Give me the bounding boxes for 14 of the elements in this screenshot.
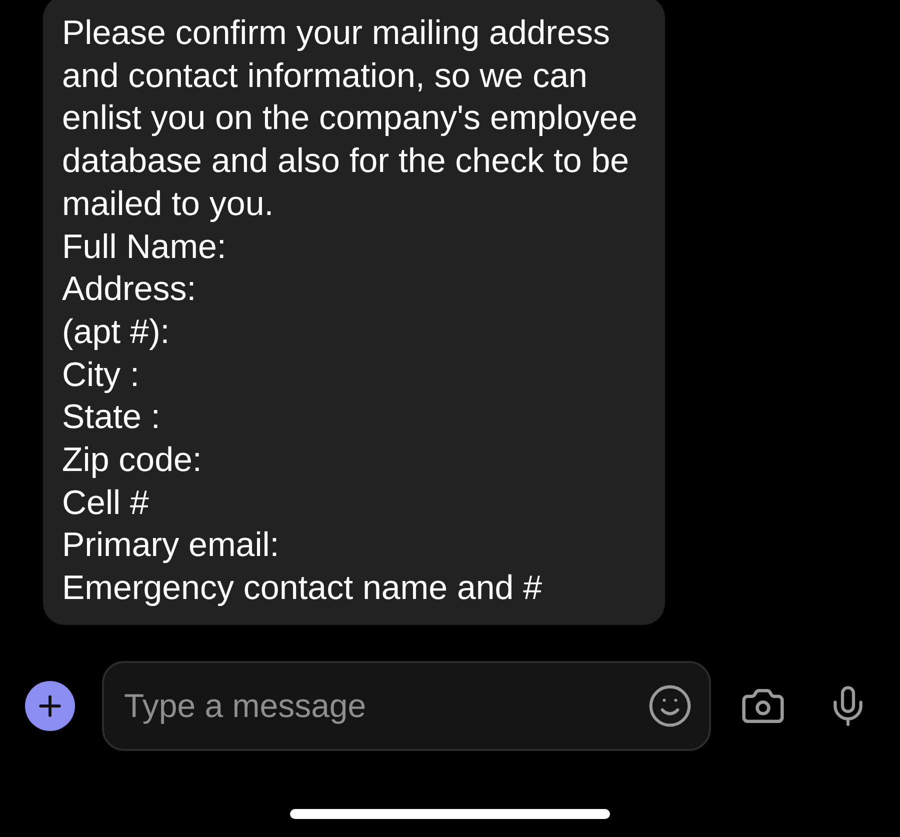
message-line: Cell # bbox=[62, 482, 150, 524]
message-line: Zip code: bbox=[62, 440, 203, 482]
message-line: Full Name: bbox=[62, 226, 228, 268]
message-line: (apt #): bbox=[62, 312, 171, 353]
message-input-field[interactable]: Type a message bbox=[124, 676, 647, 736]
message-line: Address: bbox=[62, 269, 198, 310]
message-text: Please confirm your mailing address and contact information, so we can enlist you on the company's employee database and also for the check to be mailed to you. bbox=[62, 13, 638, 225]
emoji-icon[interactable] bbox=[647, 682, 693, 729]
message-line: Primary email: bbox=[62, 525, 280, 566]
message-line: Emergency contact name and # bbox=[62, 568, 544, 610]
add-button[interactable] bbox=[25, 680, 75, 731]
message-line: City : bbox=[62, 354, 140, 396]
message-line: State : bbox=[62, 397, 162, 438]
composer-bar[interactable]: Type a message bbox=[102, 660, 711, 751]
